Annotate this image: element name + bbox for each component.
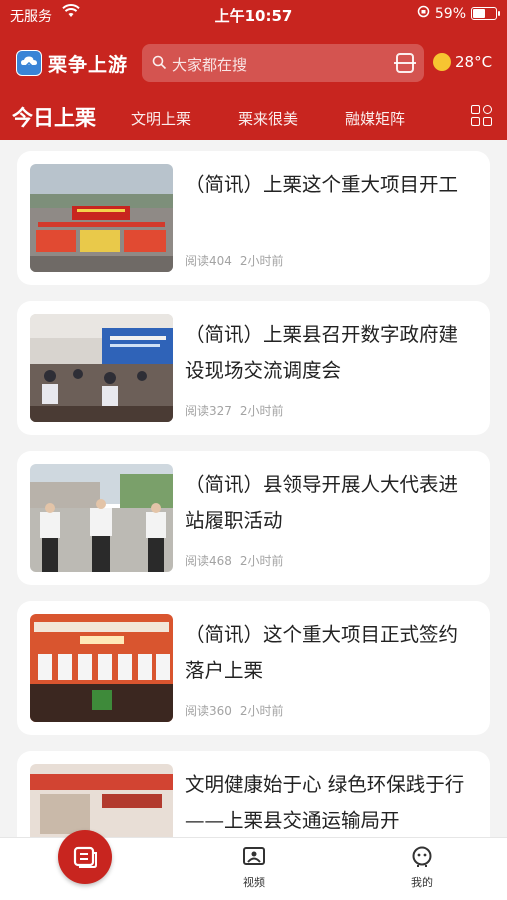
- article-title[interactable]: （简讯）上栗这个重大项目开工: [185, 167, 477, 203]
- article-meta: 阅读404 2小时前: [185, 252, 284, 269]
- orientation-lock-icon: [417, 5, 430, 22]
- news-card[interactable]: 文明健康始于心 绿色环保践于行 ——上栗县交通运输局开: [17, 751, 490, 837]
- tab-wenming-shangli[interactable]: 文明上栗: [131, 108, 191, 129]
- publish-time: 2小时前: [239, 554, 284, 568]
- article-meta: 阅读327 2小时前: [185, 402, 284, 419]
- read-count: 阅读327: [185, 404, 232, 418]
- status-bar: 无服务 上午10:57 59%: [0, 0, 507, 30]
- temperature: 28°C: [455, 53, 493, 71]
- search-icon: [152, 55, 167, 74]
- publish-time: 2小时前: [239, 704, 284, 718]
- tab-jinri-shangli[interactable]: 今日上栗: [12, 102, 96, 132]
- tab-lilai-henmei[interactable]: 栗来很美: [238, 108, 298, 129]
- news-feed[interactable]: （简讯）上栗这个重大项目开工 阅读404 2小时前 （简讯）上栗县召开数字政府建设…: [0, 140, 507, 837]
- channel-tabs: 今日上栗 文明上栗 栗来很美 融媒矩阵: [0, 96, 507, 140]
- tab-rongmei-juzhen[interactable]: 融媒矩阵: [345, 108, 405, 129]
- article-title[interactable]: （简讯）这个重大项目正式签约落户上栗: [185, 617, 477, 689]
- nav-video[interactable]: 视频: [224, 846, 284, 890]
- news-card[interactable]: （简讯）县领导开展人大代表进站履职活动 阅读468 2小时前: [17, 451, 490, 585]
- article-title[interactable]: 文明健康始于心 绿色环保践于行 ——上栗县交通运输局开: [185, 767, 477, 837]
- battery-percent: 59%: [434, 5, 466, 22]
- news-card[interactable]: （简讯）上栗这个重大项目开工 阅读404 2小时前: [17, 151, 490, 285]
- news-card[interactable]: （简讯）这个重大项目正式签约落户上栗 阅读360 2小时前: [17, 601, 490, 735]
- scan-icon[interactable]: [394, 53, 416, 73]
- article-thumbnail: [30, 164, 173, 272]
- publish-time: 2小时前: [239, 404, 284, 418]
- bottom-nav: 视频 我的: [0, 830, 507, 900]
- search-bar[interactable]: 大家都在搜: [142, 44, 424, 82]
- article-title[interactable]: （简讯）县领导开展人大代表进站履职活动: [185, 467, 477, 539]
- nav-home-button[interactable]: [58, 830, 112, 884]
- app-logo-icon: [16, 50, 42, 76]
- user-icon: [392, 846, 452, 871]
- nav-mine[interactable]: 我的: [392, 846, 452, 890]
- article-thumbnail: [30, 464, 173, 572]
- nav-mine-label: 我的: [411, 876, 433, 889]
- top-bar: 无服务 上午10:57 59% 栗争上游 大家都在搜 28°C 今日上栗 文明上…: [0, 0, 507, 140]
- publish-time: 2小时前: [239, 254, 284, 268]
- video-icon: [224, 846, 284, 871]
- weather-widget[interactable]: 28°C: [433, 53, 492, 71]
- battery-icon: [471, 7, 500, 20]
- sun-icon: [433, 53, 451, 71]
- article-thumbnail: [30, 764, 173, 837]
- read-count: 阅读404: [185, 254, 232, 268]
- article-title[interactable]: （简讯）上栗县召开数字政府建设现场交流调度会: [185, 317, 477, 389]
- channel-grid-icon[interactable]: [471, 105, 493, 127]
- news-card[interactable]: （简讯）上栗县召开数字政府建设现场交流调度会 阅读327 2小时前: [17, 301, 490, 435]
- article-meta: 阅读360 2小时前: [185, 702, 284, 719]
- app-header: 栗争上游 大家都在搜 28°C: [0, 40, 507, 88]
- search-placeholder: 大家都在搜: [172, 56, 248, 74]
- read-count: 阅读360: [185, 704, 232, 718]
- article-meta: 阅读468 2小时前: [185, 552, 284, 569]
- article-thumbnail: [30, 614, 173, 722]
- news-icon: [73, 845, 97, 873]
- app-name: 栗争上游: [48, 54, 129, 76]
- read-count: 阅读468: [185, 554, 232, 568]
- article-thumbnail: [30, 314, 173, 422]
- nav-video-label: 视频: [243, 876, 265, 889]
